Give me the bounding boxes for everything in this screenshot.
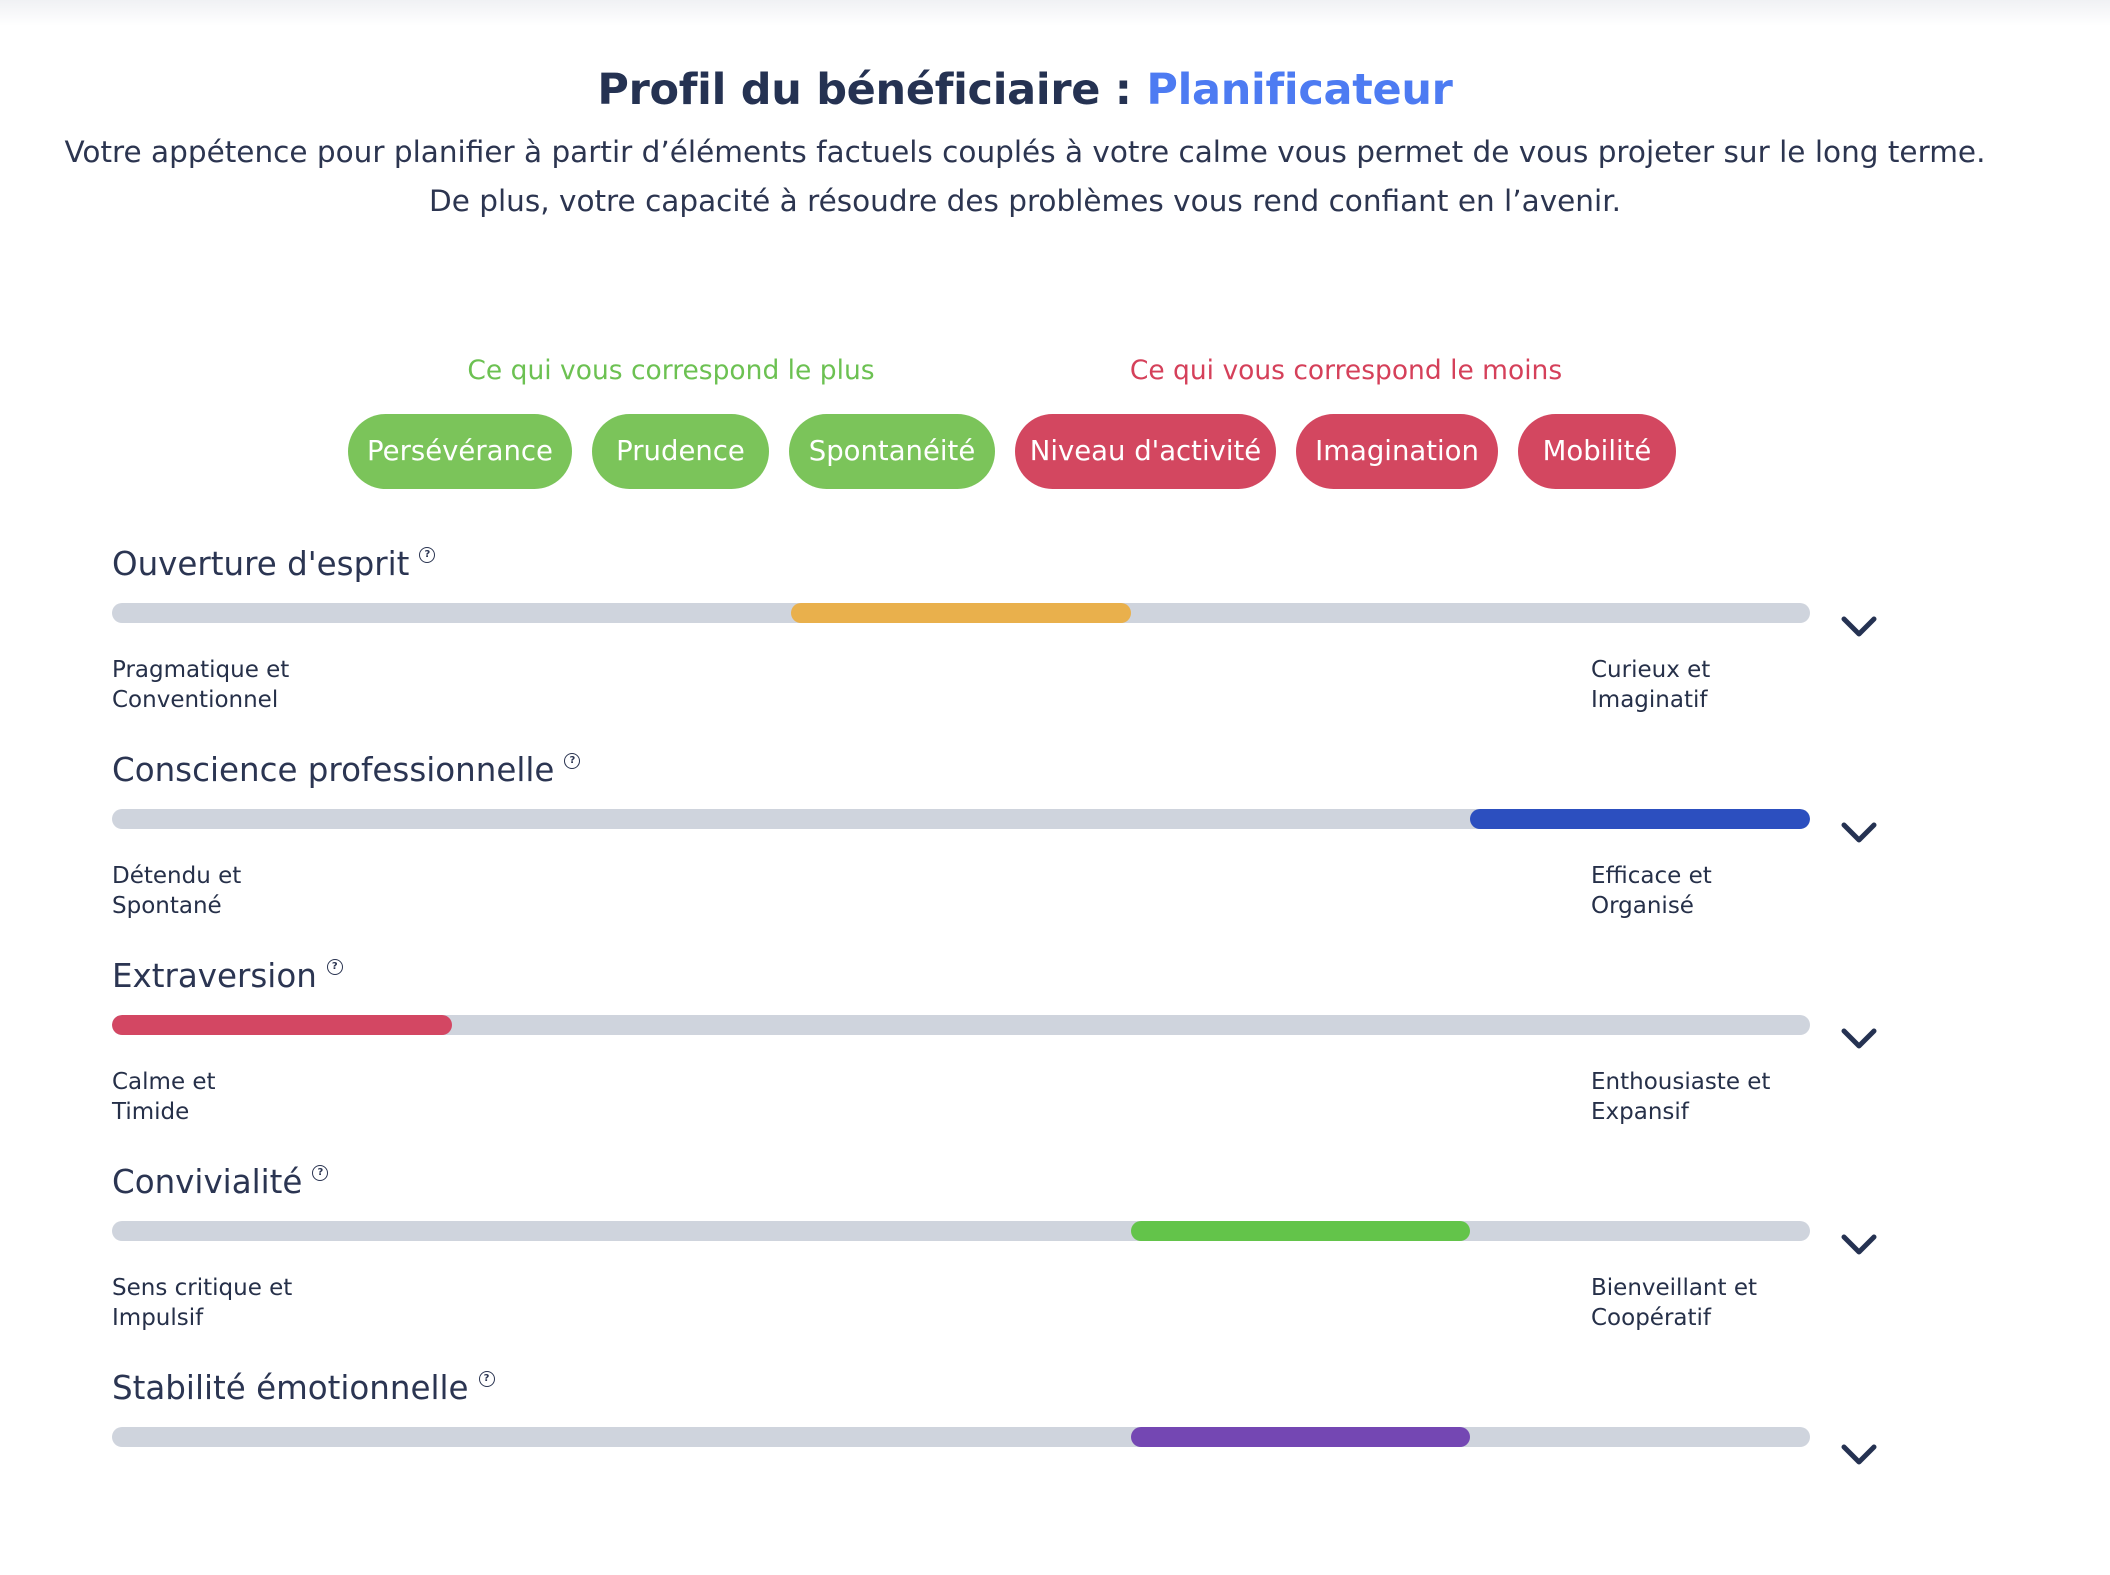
score-fill	[791, 603, 1131, 623]
left-pole-line-1: Pragmatique et	[112, 657, 290, 683]
tag-mobilite[interactable]: Mobilité	[1518, 414, 1676, 489]
chevron-down-icon[interactable]	[1838, 1229, 1880, 1259]
tag-niveau-activite[interactable]: Niveau d'activité	[1015, 414, 1276, 489]
right-pole-label: Enthousiaste et Expansif	[1591, 1067, 1770, 1127]
trait-convivialite: Convivialité? Sens critique et Impulsif …	[112, 1163, 1892, 1369]
right-pole-line-2: Imaginatif	[1591, 687, 1708, 713]
trait-title: Ouverture d'esprit?	[112, 545, 436, 583]
left-pole-line-2: Conventionnel	[112, 687, 279, 713]
trait-stabilite-emotionnelle: Stabilité émotionnelle?	[112, 1369, 1892, 1575]
trait-name: Stabilité émotionnelle	[112, 1369, 469, 1407]
right-pole-label: Efficace et Organisé	[1591, 861, 1712, 921]
right-pole-label: Curieux et Imaginatif	[1591, 655, 1710, 715]
right-pole-line-2: Organisé	[1591, 893, 1694, 919]
right-pole-line-1: Efficace et	[1591, 863, 1712, 889]
trait-conscience-professionnelle: Conscience professionnelle? Détendu et S…	[112, 751, 1892, 957]
score-track	[112, 1015, 1810, 1035]
tag-prudence[interactable]: Prudence	[592, 414, 769, 489]
question-circle-icon[interactable]: ?	[564, 753, 581, 769]
question-circle-icon[interactable]: ?	[419, 547, 436, 563]
chevron-down-icon[interactable]	[1838, 1439, 1880, 1469]
right-pole-line-1: Enthousiaste et	[1591, 1069, 1771, 1095]
chevron-down-icon[interactable]	[1838, 1023, 1880, 1053]
least-matching-label: Ce qui vous correspond le moins	[1129, 355, 1563, 386]
right-pole-line-2: Coopératif	[1591, 1305, 1712, 1331]
trait-title: Extraversion?	[112, 957, 343, 995]
right-pole-line-2: Expansif	[1591, 1099, 1689, 1125]
chevron-down-icon[interactable]	[1838, 817, 1880, 847]
right-pole-label: Bienveillant et Coopératif	[1591, 1273, 1757, 1333]
trait-title: Conscience professionnelle?	[112, 751, 581, 789]
description-line-2: De plus, votre capacité à résoudre des p…	[429, 184, 1621, 218]
score-track	[112, 1221, 1810, 1241]
left-pole-line-2: Timide	[112, 1099, 190, 1125]
page-title: Profil du bénéficiaire : Planificateur	[0, 65, 2050, 115]
score-track	[112, 1427, 1810, 1447]
score-track	[112, 603, 1810, 623]
left-pole-line-1: Sens critique et	[112, 1275, 293, 1301]
question-circle-icon[interactable]: ?	[326, 959, 343, 975]
trait-extraversion: Extraversion? Calme et Timide Enthousias…	[112, 957, 1892, 1163]
left-pole-line-1: Détendu et	[112, 863, 242, 889]
question-circle-icon[interactable]: ?	[478, 1371, 495, 1387]
trait-name: Ouverture d'esprit	[112, 545, 410, 583]
trait-tags: Persévérance Prudence Spontanéité Niveau…	[0, 414, 2110, 490]
trait-title: Convivialité?	[112, 1163, 329, 1201]
most-matching-label: Ce qui vous correspond le plus	[467, 355, 875, 386]
trait-name: Extraversion	[112, 957, 317, 995]
left-pole-label: Sens critique et Impulsif	[112, 1273, 292, 1333]
score-fill	[1130, 1221, 1471, 1241]
score-fill	[1470, 809, 1810, 829]
left-pole-label: Pragmatique et Conventionnel	[112, 655, 289, 715]
right-pole-line-1: Bienveillant et	[1591, 1275, 1757, 1301]
trait-ouverture-esprit: Ouverture d'esprit? Pragmatique et Conve…	[112, 545, 1892, 751]
trait-title: Stabilité émotionnelle?	[112, 1369, 495, 1407]
left-pole-label: Calme et Timide	[112, 1067, 216, 1127]
description-line-1: Votre appétence pour planifier à partir …	[64, 135, 1986, 169]
profile-description: Votre appétence pour planifier à partir …	[0, 128, 2050, 226]
score-track	[112, 809, 1810, 829]
left-pole-line-2: Spontané	[112, 893, 222, 919]
tag-perseverance[interactable]: Persévérance	[348, 414, 572, 489]
question-circle-icon[interactable]: ?	[312, 1165, 329, 1181]
top-shade	[0, 0, 2110, 26]
trait-name: Conscience professionnelle	[112, 751, 555, 789]
chevron-down-icon[interactable]	[1838, 611, 1880, 641]
left-pole-line-2: Impulsif	[112, 1305, 204, 1331]
right-pole-line-1: Curieux et	[1591, 657, 1711, 683]
left-pole-label: Détendu et Spontané	[112, 861, 241, 921]
title-prefix: Profil du bénéficiaire :	[597, 64, 1147, 115]
tag-imagination[interactable]: Imagination	[1296, 414, 1498, 489]
profile-name: Planificateur	[1146, 64, 1453, 115]
tag-spontaneite[interactable]: Spontanéité	[789, 414, 995, 489]
left-pole-line-1: Calme et	[112, 1069, 216, 1095]
score-fill	[1130, 1427, 1471, 1447]
trait-name: Convivialité	[112, 1163, 303, 1201]
score-fill	[112, 1015, 452, 1035]
